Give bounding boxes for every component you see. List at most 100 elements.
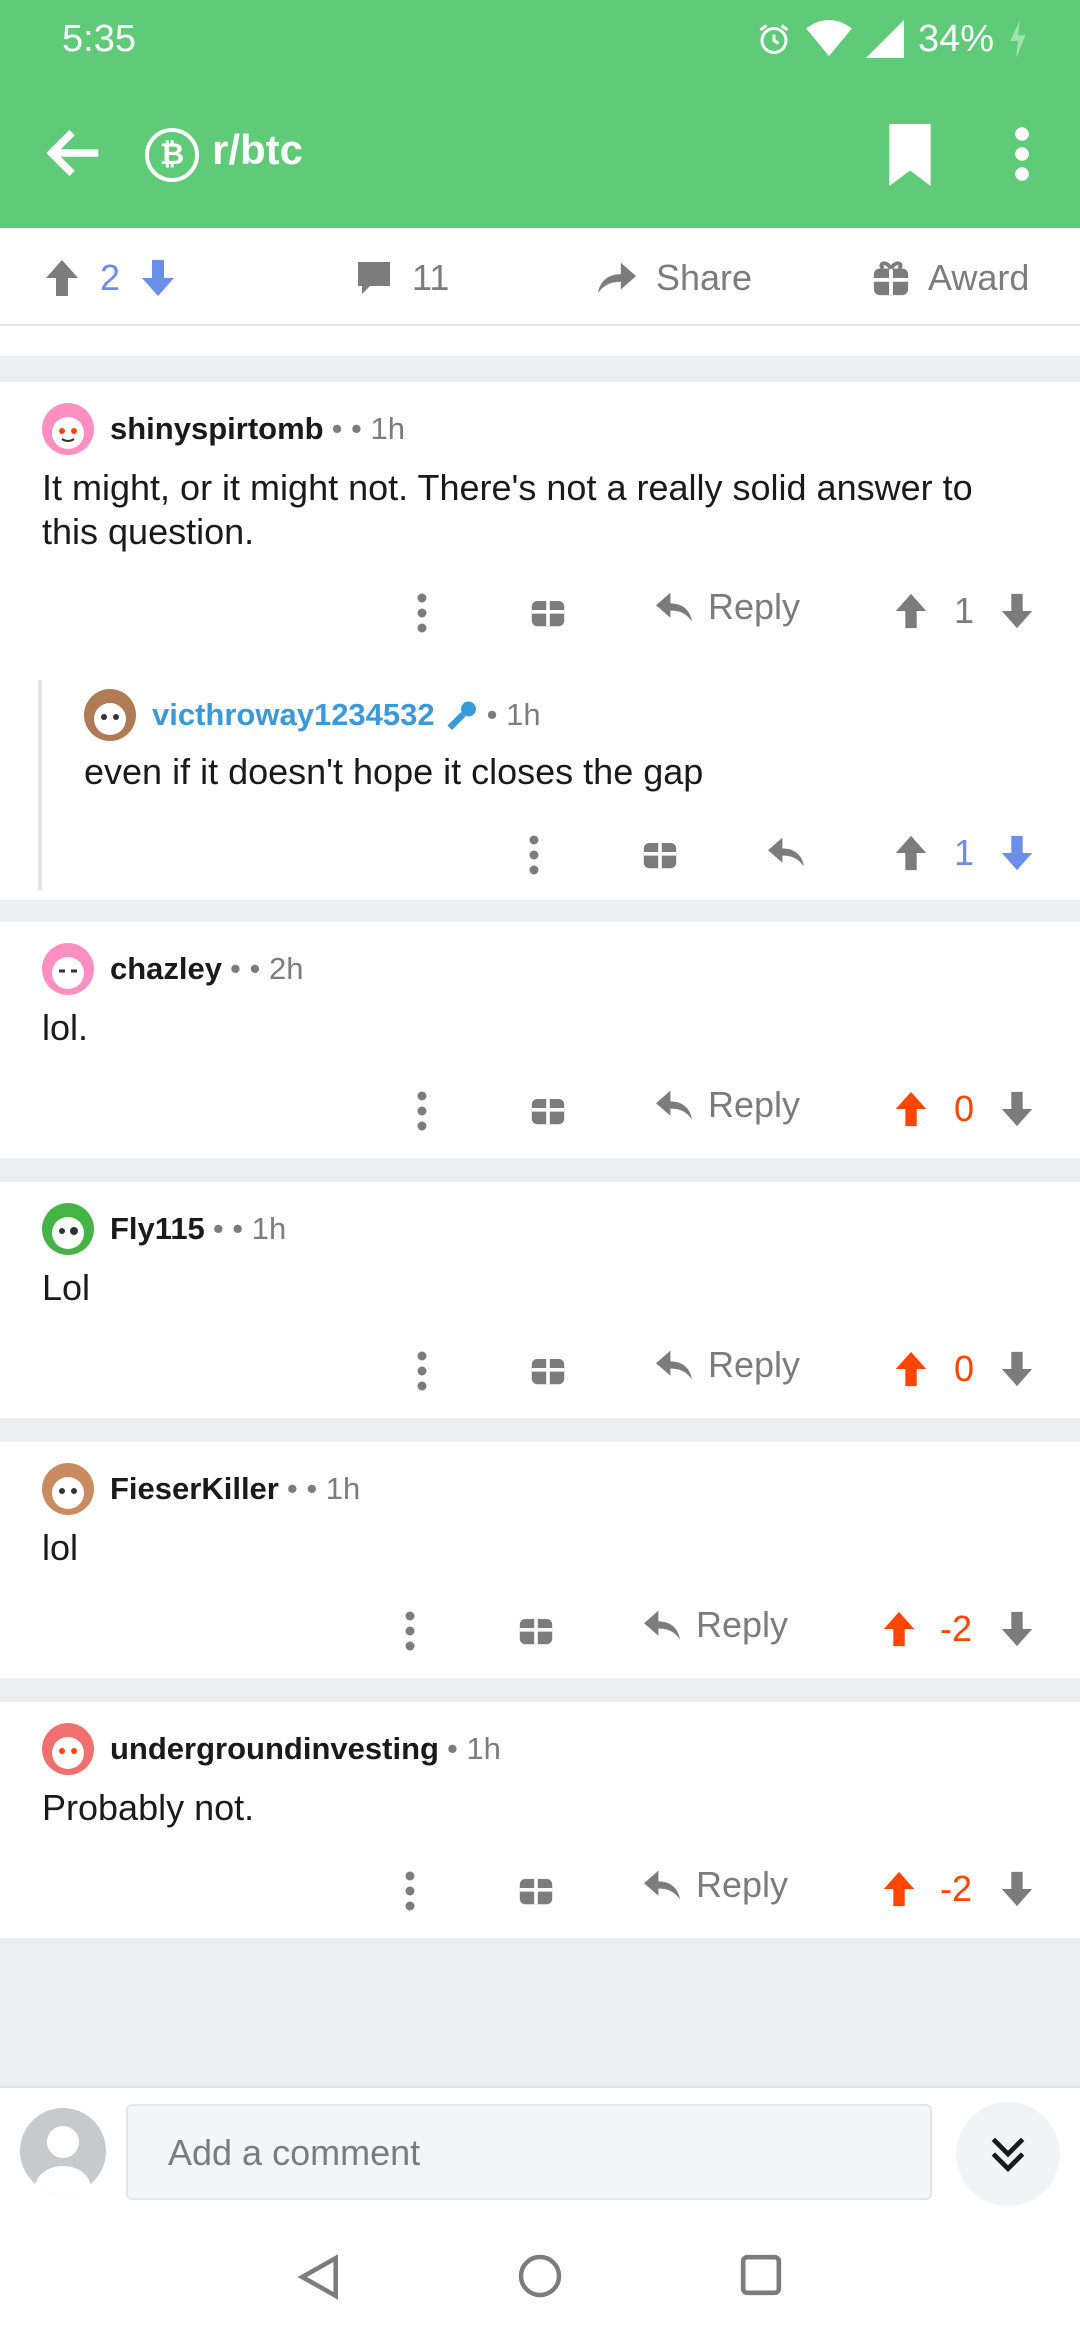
collapse-comments-button[interactable] xyxy=(956,2102,1060,2206)
app-header: 5:35 34% ₿ r/btc xyxy=(0,0,1080,228)
comment-meta: • • 1h xyxy=(286,1471,361,1506)
comment-bubble-icon xyxy=(358,262,390,294)
comment-username[interactable]: FieserKiller xyxy=(110,1471,279,1507)
comment-username[interactable]: undergroundinvesting xyxy=(110,1731,439,1767)
previous-comment-edge xyxy=(0,326,1080,356)
share-label: Share xyxy=(656,257,753,298)
more-options-icon[interactable] xyxy=(412,1350,432,1392)
more-options-icon[interactable] xyxy=(524,834,544,876)
reply-button[interactable]: Reply xyxy=(654,586,800,628)
reply-arrow-icon xyxy=(656,592,692,622)
gift-icon[interactable] xyxy=(518,1870,554,1906)
gift-icon[interactable] xyxy=(530,592,566,628)
upvote-icon[interactable] xyxy=(880,1870,918,1908)
comment-username[interactable]: shinyspirtomb xyxy=(110,411,324,447)
comment-composer: Add a comment xyxy=(0,2086,1080,2216)
reply-arrow-icon[interactable] xyxy=(766,834,806,870)
comment-meta: • • 2h xyxy=(230,951,304,986)
comment-card: chazley • • 2h lol. Reply 0 xyxy=(0,922,1080,1158)
comment-meta: • 1h xyxy=(486,697,541,732)
comment-meta: • 1h xyxy=(446,1731,501,1766)
bookmark-icon[interactable] xyxy=(882,124,938,186)
upvote-icon[interactable] xyxy=(42,258,82,298)
post-action-bar: 2 11 Share Award xyxy=(0,228,1080,326)
comment-actions: Reply -2 xyxy=(0,1862,1080,1922)
award-button[interactable]: Award xyxy=(872,252,1029,304)
comment-card: Fly115 • • 1h Lol Reply 0 xyxy=(0,1182,1080,1418)
comment-actions: 1 xyxy=(0,826,1080,886)
more-options-icon[interactable] xyxy=(400,1610,420,1652)
comment-username[interactable]: chazley xyxy=(110,951,222,987)
comment-actions: Reply 1 xyxy=(0,584,1080,644)
share-button[interactable]: Share xyxy=(596,252,752,304)
reply-arrow-icon xyxy=(656,1350,692,1380)
downvote-icon[interactable] xyxy=(998,1350,1036,1388)
award-label: Award xyxy=(928,257,1030,298)
downvote-icon[interactable] xyxy=(998,1870,1036,1908)
cell-signal-icon xyxy=(865,20,904,58)
comment-card: undergroundinvesting • 1h Probably not. … xyxy=(0,1702,1080,1938)
upvote-icon[interactable] xyxy=(892,592,930,630)
gift-icon xyxy=(873,261,909,296)
avatar[interactable] xyxy=(84,689,136,741)
comment-username[interactable]: victhroway1234532 xyxy=(152,697,435,733)
alarm-icon xyxy=(759,24,789,54)
reply-button[interactable]: Reply xyxy=(654,1084,800,1126)
more-options-icon[interactable] xyxy=(400,1870,420,1912)
comment-body: lol xyxy=(42,1527,79,1568)
upvote-icon[interactable] xyxy=(892,1090,930,1128)
avatar[interactable] xyxy=(42,403,94,455)
avatar[interactable] xyxy=(42,1203,94,1255)
comment-score: 0 xyxy=(954,1088,975,1129)
comment-score: -2 xyxy=(940,1608,973,1649)
avatar[interactable] xyxy=(42,1723,94,1775)
downvote-icon[interactable] xyxy=(998,1090,1036,1128)
reply-button[interactable]: Reply xyxy=(642,1604,788,1646)
snoo-avatar-icon xyxy=(52,1737,84,1769)
gift-icon[interactable] xyxy=(530,1090,566,1126)
post-vote-group: 2 xyxy=(42,252,178,304)
more-options-icon[interactable] xyxy=(412,1090,432,1132)
comment-score: -2 xyxy=(940,1868,973,1909)
subreddit-name[interactable]: r/btc xyxy=(212,126,303,174)
comment-username[interactable]: Fly115 xyxy=(110,1211,205,1247)
comment-body: Probably not. xyxy=(42,1787,255,1828)
avatar[interactable] xyxy=(42,943,94,995)
upvote-icon[interactable] xyxy=(892,1350,930,1388)
reply-button[interactable]: Reply xyxy=(654,1344,800,1386)
status-bar: 5:35 34% xyxy=(0,0,1080,80)
comment-actions: Reply 0 xyxy=(0,1082,1080,1142)
snoo-avatar-icon xyxy=(52,1217,84,1249)
double-chevron-down-icon xyxy=(991,2137,1025,2173)
more-options-icon[interactable] xyxy=(412,592,432,634)
nav-home-icon[interactable] xyxy=(518,2254,562,2298)
user-avatar[interactable] xyxy=(20,2108,106,2194)
comment-meta: • • 1h xyxy=(212,1211,287,1246)
downvote-icon[interactable] xyxy=(998,592,1036,630)
nav-back-icon[interactable] xyxy=(298,2254,340,2300)
gift-icon[interactable] xyxy=(642,834,678,870)
more-options-icon[interactable] xyxy=(1005,126,1039,182)
gift-icon[interactable] xyxy=(518,1610,554,1646)
upvote-icon[interactable] xyxy=(892,834,930,872)
comment-score: 1 xyxy=(954,590,975,631)
downvote-icon[interactable] xyxy=(998,1610,1036,1648)
comment-score: 0 xyxy=(954,1348,975,1389)
comments-button[interactable]: 11 xyxy=(354,252,449,304)
nav-recents-icon[interactable] xyxy=(740,2254,782,2296)
snoo-avatar-icon xyxy=(52,417,84,449)
comment-body: even if it doesn't hope it closes the ga… xyxy=(84,751,704,792)
wifi-icon xyxy=(806,20,852,57)
reply-button[interactable]: Reply xyxy=(642,1864,788,1906)
reply-arrow-icon xyxy=(656,1090,692,1120)
subreddit-icon[interactable]: ₿ xyxy=(145,128,199,182)
snoo-avatar-icon xyxy=(52,1477,84,1509)
gift-icon[interactable] xyxy=(530,1350,566,1386)
back-arrow-icon[interactable] xyxy=(40,118,110,188)
downvote-icon[interactable] xyxy=(998,834,1036,872)
add-comment-input[interactable]: Add a comment xyxy=(126,2104,932,2200)
downvote-icon[interactable] xyxy=(138,258,178,298)
charging-icon xyxy=(1010,20,1026,58)
avatar[interactable] xyxy=(42,1463,94,1515)
upvote-icon[interactable] xyxy=(880,1610,918,1648)
